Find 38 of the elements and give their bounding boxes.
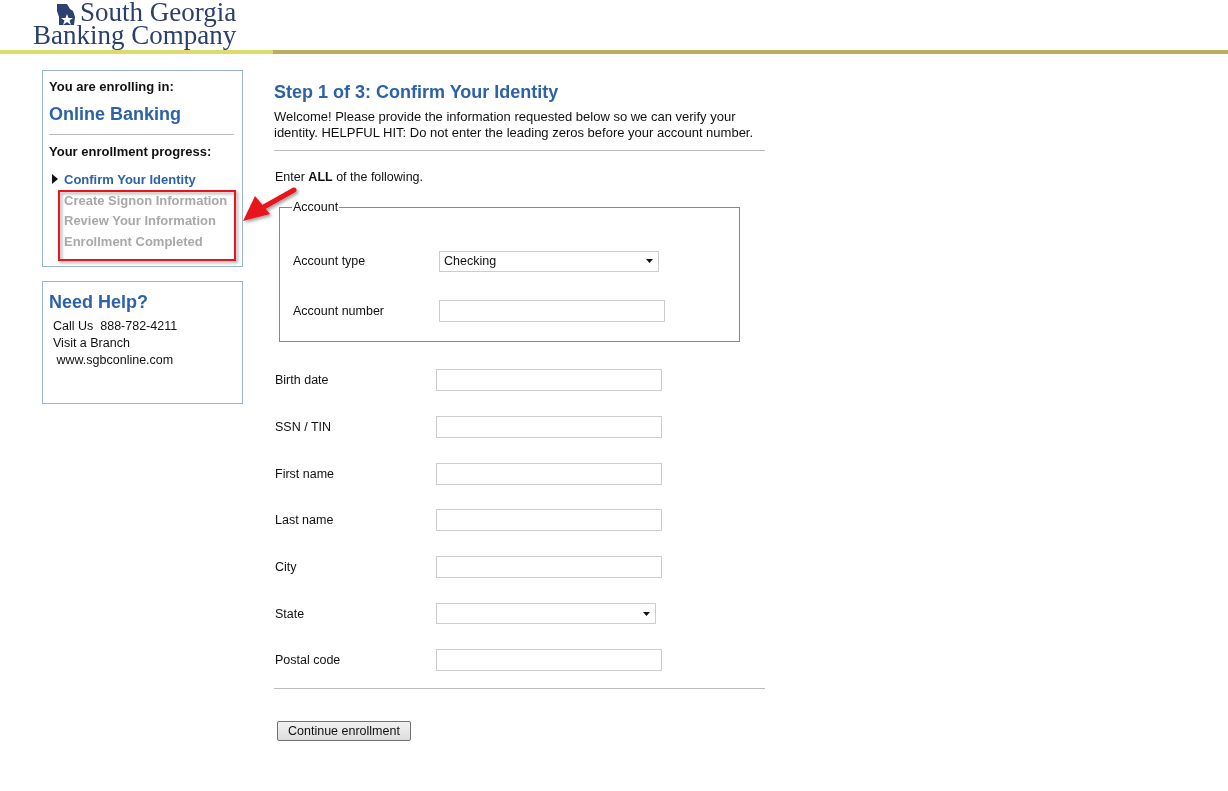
- dropdown[interactable]: [436, 603, 656, 625]
- field-label: Postal code: [275, 653, 342, 668]
- field-label: First name: [275, 466, 336, 481]
- caret-icon: [643, 611, 650, 616]
- field-label: City: [275, 560, 298, 575]
- input-field[interactable]: [436, 369, 662, 392]
- state-star-icon: [55, 3, 77, 27]
- field-label: Birth date: [275, 373, 330, 388]
- progress-label: Your enrollment progress:: [49, 144, 213, 159]
- intro-text: Welcome! Please provide the information requested below so we can verify your identity. HELPFUL HIT: Do not enter the leading zeros before your account number.: [274, 109, 755, 141]
- continue-button[interactable]: Continue enrollment: [277, 720, 411, 741]
- field-label: State: [275, 606, 306, 621]
- field-label: Account number: [293, 304, 386, 318]
- fieldset-legend: Account: [292, 200, 340, 214]
- input-field[interactable]: [436, 462, 662, 485]
- help-text: Visit a Branch: [52, 334, 131, 352]
- field-label: Last name: [275, 513, 335, 528]
- progress-step: Confirm Your Identity: [64, 171, 196, 187]
- progress-step: Enrollment Completed: [64, 233, 203, 249]
- progress-step: Review Your Information: [64, 213, 216, 229]
- product-title: Online Banking: [49, 104, 182, 125]
- bank-logo[interactable]: South Georgia Banking Company: [33, 0, 248, 50]
- input-field[interactable]: [436, 509, 662, 532]
- caret-icon: [646, 259, 653, 263]
- field-label: SSN / TIN: [275, 420, 333, 435]
- input-field[interactable]: [439, 300, 665, 322]
- help-text: Call Us 888-782-4211: [52, 317, 179, 335]
- input-field[interactable]: [436, 416, 662, 439]
- step-title: Step 1 of 3: Confirm Your Identity: [274, 82, 560, 103]
- input-field[interactable]: [436, 649, 662, 672]
- field-label: Account type: [293, 254, 367, 268]
- progress-step: Create Signon Information: [64, 192, 228, 208]
- help-title: Need Help?: [49, 291, 150, 313]
- instruction-text: Enter ALL of the following.: [275, 170, 424, 184]
- help-text: www.sgbconline.com: [55, 351, 175, 369]
- dropdown[interactable]: Checking: [439, 250, 659, 272]
- input-field[interactable]: [436, 556, 662, 579]
- enrolling-label: You are enrolling in:: [49, 79, 175, 94]
